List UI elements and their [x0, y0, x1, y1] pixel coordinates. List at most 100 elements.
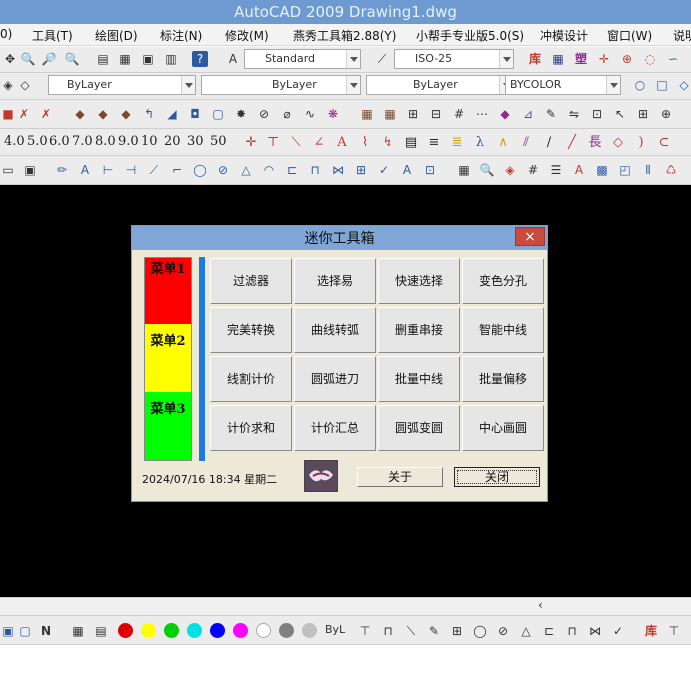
bottom-tool-10-icon[interactable]: ⊓ — [564, 623, 580, 639]
boundary-icon[interactable]: ▢ — [210, 106, 226, 122]
counter-icon[interactable]: # — [451, 106, 467, 122]
color-yellow[interactable] — [141, 623, 156, 638]
bottom-tool-4-icon[interactable]: ✎ — [426, 623, 442, 639]
command-line-area[interactable] — [0, 646, 691, 691]
plus-circle-icon[interactable]: ⊕ — [658, 106, 674, 122]
layer-select[interactable]: ByLayer — [48, 75, 196, 95]
scale-50[interactable]: 50 — [210, 134, 227, 149]
calculator-icon[interactable]: ▥ — [163, 51, 179, 67]
arc-lead-in-button[interactable]: 圆弧进刀 — [294, 356, 376, 402]
bottom-tool-6-icon[interactable]: ◯ — [472, 623, 488, 639]
easy-select-button[interactable]: 选择易 — [294, 258, 376, 304]
text-style-icon[interactable]: A — [225, 51, 241, 67]
menu-item-helper[interactable]: 小帮手专业版5.0(S) — [416, 27, 524, 44]
cursor-icon[interactable]: ↖ — [612, 106, 628, 122]
side-menu-item-2[interactable]: 菜单2 — [145, 324, 191, 392]
scale-6[interactable]: 6.0 — [49, 134, 70, 149]
pattern-icon[interactable]: ❋ — [325, 106, 341, 122]
plotstyle-select[interactable]: BYCOLOR — [505, 75, 621, 95]
color-red[interactable] — [118, 623, 133, 638]
paren-icon[interactable]: ) — [633, 135, 649, 151]
color-silver[interactable] — [302, 623, 317, 638]
price-sum-button[interactable]: 计价求和 — [210, 405, 292, 451]
bottom-tool-7-icon[interactable]: ⊘ — [495, 623, 511, 639]
dialog-close-button[interactable]: × — [515, 227, 545, 246]
bracket-icon[interactable]: ⊂ — [656, 135, 672, 151]
help-icon[interactable]: ? — [192, 51, 208, 67]
linetype-select[interactable]: ByLayer — [201, 75, 361, 95]
zoom-icon[interactable]: 🔍 — [479, 162, 495, 178]
bottom-tool-9-icon[interactable]: ⊏ — [541, 623, 557, 639]
bottom-tool-11-icon[interactable]: ⋈ — [587, 623, 603, 639]
design-center-icon[interactable]: ▦ — [117, 51, 133, 67]
dim-ordinate-icon[interactable]: ⊢ — [100, 162, 116, 178]
dim-update-icon[interactable]: ⊡ — [422, 162, 438, 178]
side-menu-item-1[interactable]: 菜单1 — [145, 258, 191, 324]
scale-30[interactable]: 30 — [187, 134, 204, 149]
centermark-icon[interactable]: ✛ — [243, 135, 259, 151]
dim-angle-icon[interactable]: ∠ — [311, 135, 327, 151]
dim-angular-icon[interactable]: △ — [238, 162, 254, 178]
bottom-tool-2-icon[interactable]: ⊓ — [380, 623, 396, 639]
draw-tool-1-icon[interactable]: ■ — [0, 106, 16, 122]
text-icon[interactable]: A — [77, 162, 93, 178]
region-icon[interactable]: ◘ — [187, 106, 203, 122]
menu-item-die-design[interactable]: 冲模设计 — [540, 27, 588, 44]
matrix-icon[interactable]: ⊞ — [405, 106, 421, 122]
dim-text-edit-icon[interactable]: A — [399, 162, 415, 178]
dim-break-icon[interactable]: ⌇ — [357, 135, 373, 151]
batch-offset-button[interactable]: 批量偏移 — [462, 356, 544, 402]
polygon-icon[interactable]: ◇ — [676, 77, 691, 93]
view-2-icon[interactable]: ▢ — [17, 623, 33, 639]
library-icon[interactable]: 库 — [527, 51, 543, 67]
dim-circle-icon[interactable]: ◯ — [192, 162, 208, 178]
scale-8[interactable]: 8.0 — [95, 134, 116, 149]
long-icon[interactable]: 長 — [587, 135, 603, 151]
block-icon[interactable]: ◆ — [497, 106, 513, 122]
draw-tool-2-icon[interactable]: ✗ — [16, 106, 32, 122]
a2-icon[interactable]: A — [571, 162, 587, 178]
dim-stack-icon[interactable]: ≣ — [449, 135, 465, 151]
scale-9[interactable]: 9.0 — [118, 134, 139, 149]
dim-aligned-icon[interactable]: ⟍ — [288, 135, 304, 151]
dim-baseline-icon[interactable]: ⊏ — [284, 162, 300, 178]
dim-style-icon[interactable]: ⟋ — [374, 51, 390, 67]
menu-item-modify[interactable]: 修改(M) — [225, 27, 269, 44]
edit-icon[interactable]: ✎ — [543, 106, 559, 122]
array-icon[interactable]: ⊡ — [589, 106, 605, 122]
grid-view-icon[interactable]: ▦ — [456, 162, 472, 178]
list-icon[interactable]: ☰ — [548, 162, 564, 178]
color-gray[interactable] — [279, 623, 294, 638]
scale-10[interactable]: 10 — [141, 134, 158, 149]
menu-item-tools[interactable]: 工具(T) — [32, 27, 73, 44]
layer-manager-icon[interactable]: ◈ — [0, 77, 16, 93]
side-menu-item-3[interactable]: 菜单3 — [145, 392, 191, 460]
rectangle-icon[interactable]: □ — [654, 77, 670, 93]
color-hole-button[interactable]: 变色分孔 — [462, 258, 544, 304]
color-blue[interactable] — [210, 623, 225, 638]
about-button[interactable]: 关于 — [357, 467, 443, 487]
lambda-icon[interactable]: λ — [472, 135, 488, 151]
layer-state-icon[interactable]: ◈ — [502, 162, 518, 178]
tool-palettes-icon[interactable]: ▣ — [140, 51, 156, 67]
leader-icon[interactable]: ✏ — [54, 162, 70, 178]
dim-check-icon[interactable]: ✓ — [376, 162, 392, 178]
dim-tool-1-icon[interactable]: ▭ — [0, 162, 16, 178]
chamfer-icon[interactable]: ◢ — [164, 106, 180, 122]
fillet-icon[interactable]: ↰ — [141, 106, 157, 122]
line-icon[interactable]: ╱ — [564, 135, 580, 151]
dim-arc-icon[interactable]: ◠ — [261, 162, 277, 178]
mirror-icon[interactable]: ⇋ — [566, 106, 582, 122]
wave-icon[interactable]: ∧ — [495, 135, 511, 151]
crosshair-icon[interactable]: ✛ — [596, 51, 612, 67]
library-bottom-icon[interactable]: 库 — [643, 623, 659, 639]
color-bar-icon[interactable]: ▤ — [93, 623, 109, 639]
dots-icon[interactable]: ⋯ — [474, 106, 490, 122]
dim-tool-2-icon[interactable]: ▣ — [22, 162, 38, 178]
zoom-realtime-icon[interactable]: 🔍 — [20, 51, 36, 67]
hash-icon[interactable]: # — [525, 162, 541, 178]
explode-icon[interactable]: ✸ — [233, 106, 249, 122]
scale-5[interactable]: 5.0 — [27, 134, 48, 149]
scroll-left-icon[interactable]: ‹ — [538, 598, 543, 612]
bylayer-button[interactable]: ByL — [325, 623, 345, 636]
